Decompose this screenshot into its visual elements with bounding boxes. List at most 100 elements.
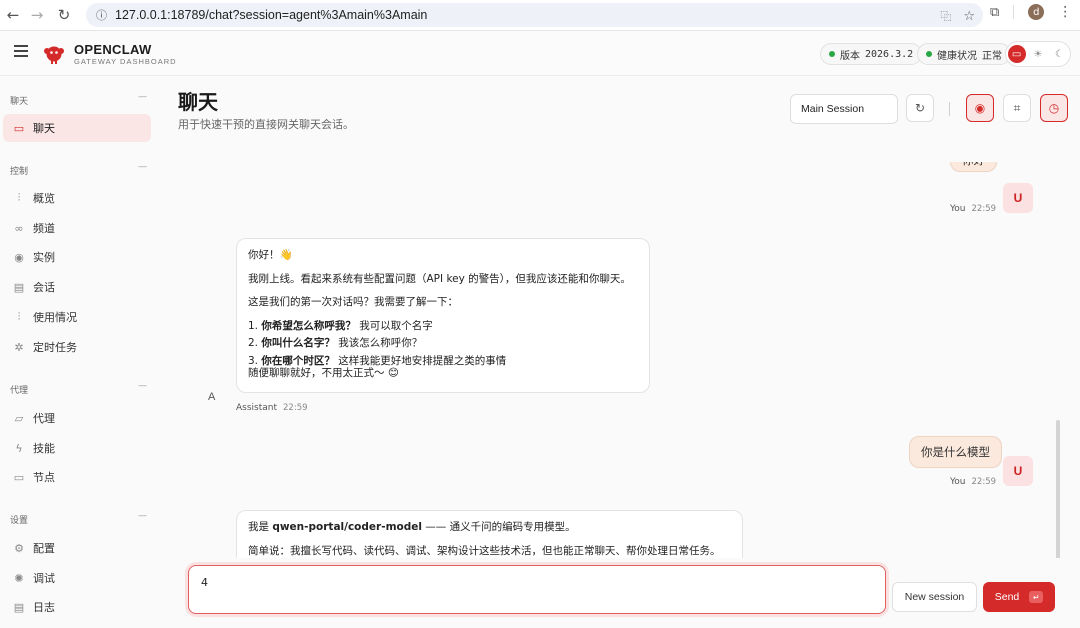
sidebar-item-label: 配置 — [33, 542, 55, 555]
sidebar-item-scheduled-tasks[interactable]: ✲ 定时任务 — [3, 333, 151, 361]
openclaw-logo — [44, 46, 64, 64]
version-label: 版本 — [840, 50, 860, 62]
message-input[interactable]: 4 — [188, 565, 886, 614]
sidebar-item-label: 定时任务 — [33, 341, 77, 354]
message-text: —— 通义千问的编码专用模型。 — [421, 521, 576, 533]
message-line: 你好！👋 — [248, 249, 293, 261]
message-text: 我是 — [248, 521, 273, 533]
message-line: 我刚上线。看起来系统有些配置问题（API key 的警告），但我应该还能和你聊天… — [248, 272, 631, 285]
sidebar-item-instances[interactable]: ◉ 实例 — [3, 243, 151, 271]
message-meta: Assistant 22:59 — [236, 403, 308, 413]
list-item: 3. 你在哪个时区？ 这样我能更好地安排提醒之类的事情 — [248, 354, 638, 367]
sidebar-item-agent[interactable]: ▱ 代理 — [3, 404, 151, 432]
send-button[interactable]: Send ↵ — [983, 582, 1055, 612]
spark-icon: ✲ — [14, 340, 24, 354]
list-text: 我该怎么称呼你？ — [334, 337, 423, 349]
sun-icon[interactable]: ☀ — [1029, 45, 1047, 63]
sidebar-item-debug[interactable]: ✺ 调试 — [3, 564, 151, 592]
monitor-theme-icon[interactable]: ▭ — [1007, 45, 1026, 63]
list-text: 我可以取个名字 — [355, 319, 433, 332]
message-input-value: 4 — [201, 576, 208, 589]
sidebar-item-config[interactable]: ⚙ 配置 — [3, 534, 151, 562]
chat-thread[interactable]: 你好 U You 22:59 你好！👋 我刚上线。看起来系统有些配置问题（API … — [160, 162, 1060, 558]
hamburger-menu-icon[interactable] — [14, 45, 28, 57]
user-message-bubble: 你好 — [950, 162, 997, 172]
refresh-icon[interactable]: ↻ — [906, 94, 934, 122]
extensions-icon[interactable]: ⧉ — [990, 5, 999, 20]
chat-icon: ▭ — [13, 121, 25, 135]
focus-icon[interactable]: ⌗ — [1003, 94, 1031, 122]
section-title-control: 控制 — [10, 167, 29, 177]
sidebar-item-label: 日志 — [33, 601, 55, 614]
sidebar-item-label: 频道 — [33, 222, 55, 235]
sidebar-item-usage[interactable]: ⫶ 使用情况 — [3, 303, 151, 331]
bolt-icon: ϟ — [15, 441, 23, 455]
site-info-icon[interactable]: ⓘ — [96, 7, 107, 23]
send-label: Send — [994, 591, 1020, 603]
assistant-message-bubble: 你好！👋 我刚上线。看起来系统有些配置问题（API key 的警告），但我应该还… — [236, 238, 650, 393]
back-icon[interactable]: ← — [2, 4, 24, 26]
sidebar-item-label: 代理 — [33, 412, 55, 425]
section-title-agents: 代理 — [10, 386, 29, 396]
browser-toolbar: ← → ↻ ⓘ 127.0.0.1:18789/chat?session=age… — [0, 0, 1080, 31]
sender-name: You — [950, 204, 966, 214]
message-time: 22:59 — [971, 204, 997, 214]
menu-kebab-icon[interactable]: ⋮ — [1058, 4, 1072, 20]
sidebar-item-label: 调试 — [33, 572, 55, 585]
user-avatar: U — [1003, 456, 1033, 486]
translate-icon[interactable]: ⿻ — [940, 8, 951, 24]
collapse-chevron-icon[interactable]: — — [138, 162, 147, 172]
chat-scrollbar[interactable] — [1056, 420, 1060, 558]
sidebar-item-skills[interactable]: ϟ 技能 — [3, 434, 151, 462]
list-bold-text: 你叫什么名字？ — [261, 337, 335, 349]
bug-icon: ✺ — [14, 571, 24, 585]
brain-toggle-icon[interactable]: ◉ — [966, 94, 994, 122]
moon-icon[interactable]: ☾ — [1050, 45, 1068, 63]
sidebar-item-chat[interactable]: ▭ 聊天 — [3, 114, 151, 142]
user-message-bubble: 你是什么模型 — [909, 436, 1002, 468]
brand-name: OPENCLAW — [74, 42, 152, 57]
health-badge: 健康状况 正常 — [917, 43, 1011, 65]
status-dot — [926, 51, 932, 57]
app-header: OPENCLAW GATEWAY DASHBOARD 版本 2026.3.2 健… — [0, 31, 1080, 76]
clock-icon[interactable]: ◷ — [1040, 94, 1068, 122]
user-avatar: U — [1003, 183, 1033, 213]
sidebar: 聊天 — ▭ 聊天 控制 — ⫶ 概览 ∞ 频道 ◉ 实例 ▤ 会话 ⫶ 使用情… — [0, 76, 160, 628]
sidebar-item-channels[interactable]: ∞ 频道 — [3, 214, 151, 242]
profile-avatar[interactable]: d — [1028, 4, 1045, 20]
broadcast-icon: ◉ — [14, 250, 24, 264]
collapse-chevron-icon[interactable]: — — [138, 381, 147, 391]
bookmark-star-icon[interactable]: ☆ — [963, 9, 975, 24]
sidebar-item-sessions[interactable]: ▤ 会话 — [3, 273, 151, 301]
section-title-chat: 聊天 — [10, 97, 29, 107]
sidebar-item-nodes[interactable]: ▭ 节点 — [3, 463, 151, 491]
theme-switcher: ▭ ☀ ☾ — [1005, 41, 1071, 67]
session-select[interactable]: Main Session — [790, 94, 898, 124]
collapse-chevron-icon[interactable]: — — [138, 92, 147, 102]
list-item: 1. 你希望怎么称呼我？ 我可以取个名字 — [248, 319, 638, 332]
message-text: 你好 — [962, 162, 985, 168]
new-session-button[interactable]: New session — [892, 582, 977, 612]
message-line: 简单说：我擅长写代码、读代码、调试、架构设计这些技术活，但也能正常聊天、帮你处理… — [248, 544, 721, 557]
sidebar-item-overview[interactable]: ⫶ 概览 — [3, 184, 151, 212]
health-label: 健康状况 — [937, 50, 977, 62]
sidebar-item-label: 聊天 — [33, 122, 55, 135]
enter-key-icon: ↵ — [1029, 591, 1044, 603]
address-bar[interactable]: ⓘ 127.0.0.1:18789/chat?session=agent%3Am… — [86, 3, 983, 27]
sidebar-item-label: 技能 — [33, 442, 55, 455]
list-number: 3. — [248, 354, 259, 367]
message-meta: You 22:59 — [950, 477, 996, 487]
sidebar-item-logs[interactable]: ▤ 日志 — [3, 593, 151, 621]
forward-icon[interactable]: → — [26, 4, 48, 26]
list-number: 2. — [248, 337, 259, 349]
model-name: qwen-portal/coder-model — [272, 521, 422, 533]
page-subtitle: 用于快速干预的直接网关聊天会话。 — [178, 118, 354, 131]
divider — [949, 102, 950, 116]
reload-icon[interactable]: ↻ — [53, 4, 75, 26]
main-panel: 聊天 用于快速干预的直接网关聊天会话。 Main Session ↻ ◉ ⌗ ◷… — [160, 76, 1080, 628]
bar-chart-icon: ⫶ — [17, 191, 21, 204]
list-text: 这样我能更好地安排提醒之类的事情 — [334, 354, 507, 367]
monitor-icon: ▭ — [13, 470, 25, 484]
collapse-chevron-icon[interactable]: — — [138, 511, 147, 521]
brand-subtitle: GATEWAY DASHBOARD — [74, 57, 177, 66]
